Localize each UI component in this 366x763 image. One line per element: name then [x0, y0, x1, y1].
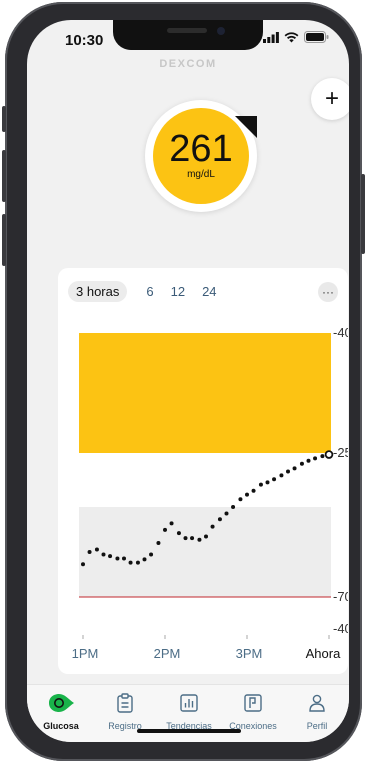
mute-switch	[2, 106, 6, 132]
data-point	[149, 552, 154, 557]
data-point	[306, 458, 311, 463]
battery-icon	[304, 31, 329, 43]
status-icons	[263, 31, 329, 43]
glucose-chart: -400 -250 -70 -40 1PM 2PM 3PM Ahora	[72, 325, 348, 661]
add-button[interactable]: +	[311, 78, 349, 120]
data-point	[135, 560, 140, 565]
bottom-nav: Glucosa Registro Tendencias Conexiones P…	[27, 684, 349, 742]
data-point	[313, 456, 318, 461]
data-point	[265, 480, 270, 485]
target-range-band	[79, 507, 331, 597]
x-tick-label: Ahora	[306, 646, 341, 661]
data-point	[163, 527, 167, 532]
nav-item-registro[interactable]: Registro	[93, 693, 157, 731]
data-point	[122, 556, 126, 561]
plus-icon: +	[324, 85, 339, 112]
data-point	[183, 536, 188, 541]
high-zone-band	[79, 333, 331, 453]
data-point	[320, 454, 325, 459]
volume-up-button	[2, 150, 6, 202]
x-tick-label: 2PM	[154, 646, 181, 661]
nav-label-perfil: Perfil	[306, 721, 328, 731]
glucose-drop-icon	[49, 694, 74, 712]
data-point	[176, 531, 181, 536]
data-point	[258, 482, 263, 487]
nav-item-tendencias[interactable]: Tendencias	[157, 693, 221, 731]
data-point	[279, 473, 284, 478]
nav-label-glucosa: Glucosa	[43, 721, 79, 731]
clipboard-icon	[117, 693, 133, 713]
notch	[113, 20, 263, 50]
person-icon	[309, 694, 325, 712]
y-tick-label: -70	[333, 589, 348, 604]
data-point	[245, 492, 249, 497]
camera	[217, 27, 225, 35]
data-point	[169, 521, 174, 526]
glucose-reading[interactable]: 261 mg/dL	[145, 100, 257, 212]
data-point	[87, 550, 92, 554]
data-point	[128, 560, 133, 565]
trend-arrow-icon	[235, 116, 257, 138]
data-point	[156, 541, 161, 545]
data-point	[299, 461, 304, 466]
volume-down-button	[2, 214, 6, 266]
data-point	[197, 537, 202, 542]
data-point	[251, 488, 256, 493]
data-point	[108, 554, 113, 559]
status-time: 10:30	[65, 32, 104, 49]
signal-icon	[263, 31, 279, 43]
connections-icon	[244, 694, 262, 712]
current-reading-point	[324, 450, 334, 459]
data-point	[217, 517, 222, 522]
phone-frame: 10:30 DEXCOM + 261 mg/dL 3 horas 6 12 24…	[2, 2, 365, 761]
app-screen: 10:30 DEXCOM + 261 mg/dL 3 horas 6 12 24…	[27, 20, 349, 742]
data-point	[210, 524, 215, 529]
x-tick-label: 1PM	[72, 646, 99, 661]
nav-item-glucosa[interactable]: Glucosa	[29, 693, 93, 731]
speaker	[167, 28, 207, 33]
bar-chart-icon	[180, 694, 198, 712]
data-point	[224, 511, 229, 516]
data-point	[94, 547, 99, 552]
data-point	[204, 534, 208, 539]
data-point	[292, 466, 297, 471]
data-point	[81, 562, 85, 567]
nav-item-perfil[interactable]: Perfil	[285, 693, 349, 731]
data-point	[286, 469, 290, 474]
data-point	[142, 557, 147, 562]
data-point	[190, 536, 195, 541]
y-tick-label: -40	[333, 621, 348, 636]
data-point	[272, 477, 277, 482]
wifi-icon	[284, 31, 299, 42]
y-tick-label: -250	[333, 445, 348, 460]
x-tick-label: 3PM	[236, 646, 263, 661]
y-tick-label: -400	[333, 325, 348, 340]
nav-item-conexiones[interactable]: Conexiones	[221, 693, 285, 731]
home-indicator	[137, 729, 241, 733]
glucose-unit: mg/dL	[187, 169, 215, 180]
data-point	[101, 552, 106, 557]
data-point	[231, 505, 236, 509]
data-point	[115, 556, 120, 561]
data-point	[238, 497, 243, 502]
brand-logo: DEXCOM	[159, 58, 217, 70]
glucose-chart-card: 3 horas 6 12 24 ··· -400-250-70-401PM2PM…	[58, 268, 348, 674]
power-button	[361, 174, 365, 254]
